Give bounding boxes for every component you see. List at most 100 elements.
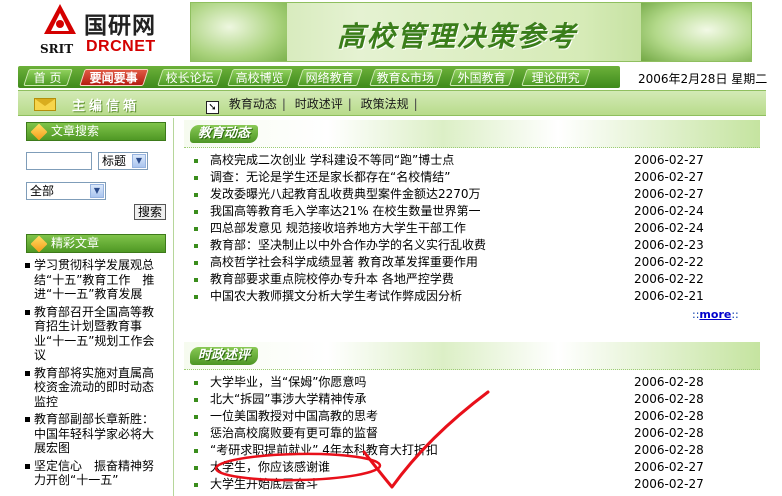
logo-text-cn: 国研网 <box>84 13 156 39</box>
news-list-commentary: 大学毕业，当“保姆”你愿意吗 2006-02-28 北大“拆园”事涉大学精神传承 2… <box>194 374 750 493</box>
news-item: 大学生，你应该感谢谁 2006-02-27 <box>194 459 750 476</box>
news-item: 高校哲学社会科学成绩显著 教育改革发挥重要作用 2006-02-22 <box>194 254 750 271</box>
news-item: 教育部要求重点院校停办专升本 各地严控学费 2006-02-22 <box>194 271 750 288</box>
banner: 高校管理决策参考 <box>190 2 752 62</box>
nav-item-home[interactable]: 首 页 <box>23 69 73 86</box>
editor-mailbox-label: 主编信箱 <box>72 99 141 114</box>
search-field-value: 标题 <box>102 154 127 168</box>
news-link[interactable]: 惩治高校腐败要有更可靠的监督 <box>210 426 378 440</box>
nav-item-edu-market[interactable]: 教育&市场 <box>369 69 443 86</box>
featured-link[interactable]: 教育部将实施对直属高校资金流动的即时动态监控 <box>34 366 154 409</box>
news-item: 惩治高校腐败要有更可靠的监督 2006-02-28 <box>194 425 750 442</box>
pencil-icon <box>30 123 48 141</box>
banner-title: 高校管理决策参考 <box>337 20 578 53</box>
news-date: 2006-02-22 <box>634 272 704 286</box>
featured-header: 精彩文章 <box>26 234 166 253</box>
news-date: 2006-02-24 <box>634 221 704 235</box>
news-item: “考研求职提前就业” 4年本科教育大打折扣 2006-02-28 <box>194 442 750 459</box>
news-link[interactable]: 教育部：坚决制止以中外合作办学的名义实行乱收费 <box>210 238 486 252</box>
news-link[interactable]: 四总部发意见 规范接收培养地方大学生干部工作 <box>210 221 466 235</box>
nav-item-theory[interactable]: 理论研究 <box>521 69 591 86</box>
section-title: 教育动态 <box>190 125 259 143</box>
news-item: 中国农大教师撰文分析大学生考试作弊成因分析 2006-02-21 <box>194 288 750 305</box>
banner-photo-right <box>641 3 751 61</box>
chevron-down-icon: ▼ <box>132 154 146 168</box>
news-item: 大学生开始底层奋斗 2006-02-27 <box>194 476 750 493</box>
logo-text-drcnet: DRCNET <box>86 38 156 55</box>
list-item: 坚定信心 振奋精神努力开创“十一五” <box>24 459 164 488</box>
news-link[interactable]: “考研求职提前就业” 4年本科教育大打折扣 <box>210 443 438 457</box>
divider: | <box>281 97 286 111</box>
news-date: 2006-02-21 <box>634 289 704 303</box>
arrow-icon: ➘ <box>206 101 219 114</box>
nav-item-online-edu[interactable]: 网络教育 <box>297 69 363 86</box>
search-scope-select[interactable]: 全部 ▼ <box>26 182 106 200</box>
more-link[interactable]: more <box>699 308 731 321</box>
featured-link[interactable]: 教育部召开全国高等教育招生计划暨教育事业“十一五”规划工作会议 <box>34 305 154 363</box>
featured-title: 精彩文章 <box>51 236 100 250</box>
news-date: 2006-02-27 <box>634 170 704 184</box>
news-date: 2006-02-24 <box>634 204 704 218</box>
main-content: 教育动态 高校完成二次创业 学科建设不等同“跑”博士点 2006-02-27 调查… <box>180 118 766 496</box>
search-field-select[interactable]: 标题 ▼ <box>98 152 148 170</box>
subnav-policy[interactable]: 政策法规 <box>361 97 409 111</box>
list-item: 学习贯彻科学发展观总结“十五”教育工作 推进“十一五”教育发展 <box>24 258 164 302</box>
news-date: 2006-02-28 <box>634 426 704 440</box>
featured-link[interactable]: 教育部副部长章新胜：中国年轻科学家必将大展宏图 <box>34 412 154 455</box>
news-date: 2006-02-27 <box>634 187 704 201</box>
subnav-edu-news[interactable]: 教育动态 <box>229 97 277 111</box>
news-date: 2006-02-27 <box>634 153 704 167</box>
pencil-icon <box>30 235 48 253</box>
current-date: 2006年2月28日 星期二 <box>638 72 768 86</box>
subnav-commentary[interactable]: 时政述评 <box>295 97 343 111</box>
nav-item-news[interactable]: 要闻要事 <box>79 69 149 86</box>
section-title: 时政述评 <box>190 347 259 365</box>
header: 国研网 SRIT DRCNET 高校管理决策参考 <box>0 0 782 64</box>
news-link[interactable]: 高校哲学社会科学成绩显著 教育改革发挥重要作用 <box>210 255 478 269</box>
news-date: 2006-02-28 <box>634 443 704 457</box>
news-item: 大学毕业，当“保姆”你愿意吗 2006-02-28 <box>194 374 750 391</box>
news-link[interactable]: 发改委曝光八起教育乱收费典型案件金额达2270万 <box>210 187 481 201</box>
news-date: 2006-02-28 <box>634 409 704 423</box>
news-item: 教育部：坚决制止以中外合作办学的名义实行乱收费 2006-02-23 <box>194 237 750 254</box>
news-list-edu: 高校完成二次创业 学科建设不等同“跑”博士点 2006-02-27 调查：无论是学… <box>194 152 750 305</box>
news-item: 调查：无论是学生还是家长都存在“名校情结” 2006-02-27 <box>194 169 750 186</box>
envelope-icon <box>34 98 56 111</box>
search-button[interactable]: 搜索 <box>134 204 166 220</box>
news-item: 发改委曝光八起教育乱收费典型案件金额达2270万 2006-02-27 <box>194 186 750 203</box>
nav-item-expo[interactable]: 高校博览 <box>227 69 293 86</box>
search-box-header: 文章搜索 <box>26 122 166 141</box>
news-item: 北大“拆园”事涉大学精神传承 2006-02-28 <box>194 391 750 408</box>
news-item: 我国高等教育毛入学率达21% 在校生数量世界第一 2006-02-24 <box>194 203 750 220</box>
sub-bar: 主编信箱 ➘ 教育动态 | 时政述评 | 政策法规 | <box>18 90 766 116</box>
news-link[interactable]: 调查：无论是学生还是家长都存在“名校情结” <box>210 170 450 184</box>
news-link[interactable]: 一位美国教授对中国高教的思考 <box>210 409 378 423</box>
news-link[interactable]: 高校完成二次创业 学科建设不等同“跑”博士点 <box>210 153 454 167</box>
news-link[interactable]: 教育部要求重点院校停办专升本 各地严控学费 <box>210 272 454 286</box>
search-box-title: 文章搜索 <box>51 124 100 138</box>
search-scope-value: 全部 <box>30 184 55 198</box>
news-link[interactable]: 中国农大教师撰文分析大学生考试作弊成因分析 <box>210 289 462 303</box>
site-logo[interactable]: 国研网 SRIT DRCNET <box>38 4 168 60</box>
nav-item-foreign-edu[interactable]: 外国教育 <box>449 69 515 86</box>
news-link[interactable]: 大学生，你应该感谢谁 <box>210 460 330 474</box>
sub-nav: ➘ 教育动态 | 时政述评 | 政策法规 | <box>206 95 423 114</box>
list-item: 教育部召开全国高等教育招生计划暨教育事业“十一五”规划工作会议 <box>24 305 164 363</box>
news-link[interactable]: 我国高等教育毛入学率达21% 在校生数量世界第一 <box>210 204 481 218</box>
logo-text-srit: SRIT <box>40 42 74 56</box>
news-link[interactable]: 北大“拆园”事涉大学精神传承 <box>210 392 366 406</box>
news-item: 四总部发意见 规范接收培养地方大学生干部工作 2006-02-24 <box>194 220 750 237</box>
news-item: 一位美国教授对中国高教的思考 2006-02-28 <box>194 408 750 425</box>
nav-item-forum[interactable]: 校长论坛 <box>157 69 223 86</box>
news-date: 2006-02-28 <box>634 375 704 389</box>
section-header-commentary: 时政述评 <box>184 342 760 370</box>
divider: | <box>347 97 352 111</box>
news-link[interactable]: 大学生开始底层奋斗 <box>210 477 318 491</box>
news-link[interactable]: 大学毕业，当“保姆”你愿意吗 <box>210 375 366 389</box>
search-keyword-input[interactable] <box>26 152 92 170</box>
featured-link[interactable]: 坚定信心 振奋精神努力开创“十一五” <box>34 459 154 488</box>
featured-link[interactable]: 学习贯彻科学发展观总结“十五”教育工作 推进“十一五”教育发展 <box>34 258 154 301</box>
news-date: 2006-02-28 <box>634 392 704 406</box>
main-nav: 首 页 要闻要事 校长论坛 高校博览 网络教育 教育&市场 外国教育 理论研究 … <box>0 66 782 88</box>
banner-photo-left <box>191 3 287 61</box>
